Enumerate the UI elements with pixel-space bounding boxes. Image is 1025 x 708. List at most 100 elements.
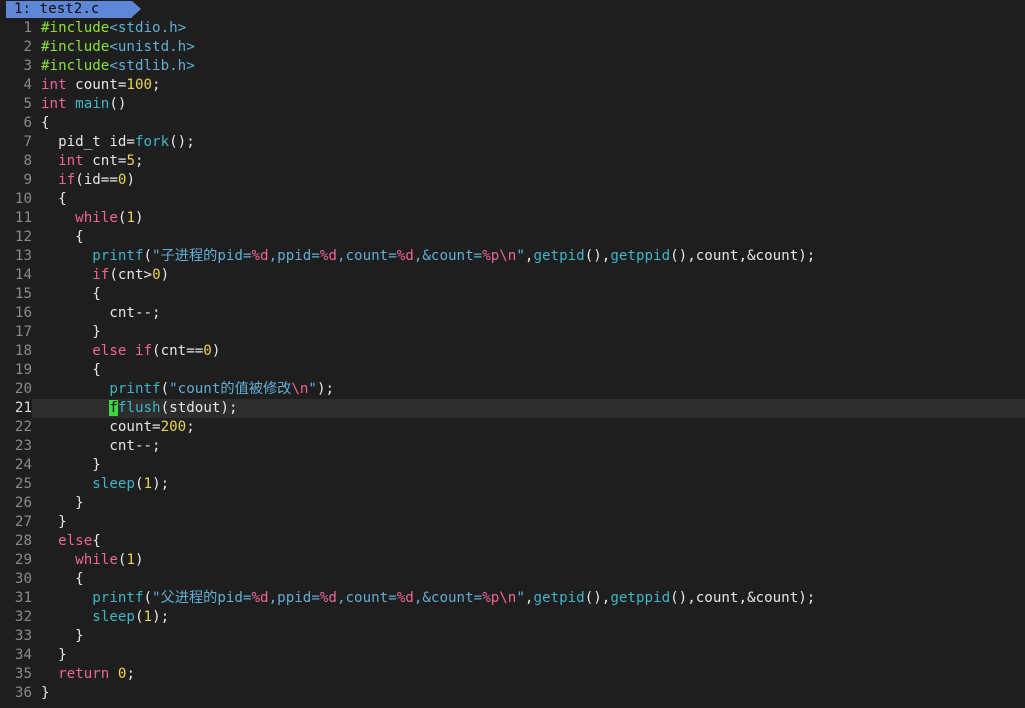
code-token: ( (134, 609, 144, 625)
line-number: 12 (14, 229, 32, 245)
line-number: 10 (14, 191, 32, 207)
code-line[interactable]: 10 { (0, 190, 1025, 209)
line-text: sleep(1); (41, 608, 169, 627)
code-token: } (41, 685, 50, 701)
line-text: printf("子进程的pid=%d,ppid=%d,count=%d,&cou… (41, 247, 815, 266)
code-line[interactable]: 34 } (0, 646, 1025, 665)
code-token: sleep (92, 476, 135, 492)
line-number: 16 (14, 305, 32, 321)
code-token: 1 (143, 476, 153, 492)
tab-arrow-icon (132, 1, 141, 17)
code-line[interactable]: 36} (0, 684, 1025, 703)
code-line[interactable]: 25 sleep(1); (0, 475, 1025, 494)
code-token: " (516, 590, 525, 606)
code-line[interactable]: 35 return 0; (0, 665, 1025, 684)
code-line[interactable]: 28 else{ (0, 532, 1025, 551)
code-line[interactable]: 5 int main() (0, 95, 1025, 114)
code-token: ,ppid= (268, 248, 320, 264)
code-token: ) (211, 343, 221, 359)
code-token: { (41, 115, 50, 131)
code-line[interactable]: 2 #include<unistd.h> (0, 38, 1025, 57)
line-text: pid_t id=fork(); (41, 133, 195, 152)
line-number: 18 (14, 343, 32, 359)
code-line[interactable]: 29 while(1) (0, 551, 1025, 570)
code-line[interactable]: 19 { (0, 361, 1025, 380)
line-number: 17 (14, 324, 32, 340)
code-token: ,&count= (413, 590, 483, 606)
code-token: while (75, 552, 118, 568)
line-text: #include<stdio.h> (41, 19, 186, 38)
code-line[interactable]: 33 } (0, 627, 1025, 646)
line-number: 22 (14, 419, 32, 435)
code-line[interactable]: 3 #include<stdlib.h> (0, 57, 1025, 76)
code-token: ,ppid= (268, 590, 320, 606)
line-number: 14 (14, 267, 32, 283)
line-number: 24 (14, 457, 32, 473)
line-text: { (41, 285, 101, 304)
code-line[interactable]: 20 printf("count的值被修改\n"); (0, 380, 1025, 399)
code-line[interactable]: 13 printf("子进程的pid=%d,ppid=%d,count=%d,&… (0, 247, 1025, 266)
code-line[interactable]: 7 pid_t id=fork(); (0, 133, 1025, 152)
code-line[interactable]: 6{ (0, 114, 1025, 133)
line-text: } (41, 513, 67, 532)
line-number: 27 (14, 514, 32, 530)
code-line[interactable]: 9 if(id==0) (0, 171, 1025, 190)
code-token: #include (41, 20, 110, 36)
code-token: 0 (203, 343, 212, 359)
code-line[interactable]: 27 } (0, 513, 1025, 532)
line-text: printf("父进程的pid=%d,ppid=%d,count=%d,&cou… (41, 589, 815, 608)
code-line[interactable]: 30 { (0, 570, 1025, 589)
line-number: 1 (23, 20, 32, 36)
code-token: ,count= (336, 590, 397, 606)
code-line[interactable]: 15 { (0, 285, 1025, 304)
code-line[interactable]: 11 while(1) (0, 209, 1025, 228)
code-line[interactable]: 16 cnt--; (0, 304, 1025, 323)
code-line[interactable]: 24 } (0, 456, 1025, 475)
code-token: ( (134, 476, 144, 492)
line-text: } (41, 456, 101, 475)
code-token: else (58, 533, 93, 549)
code-line[interactable]: 12 { (0, 228, 1025, 247)
code-line[interactable]: 21 fflush(stdout); (0, 399, 1025, 418)
line-number: 21 (0, 399, 32, 418)
code-token: (),count,&count); (670, 248, 816, 264)
code-line[interactable]: 31 printf("父进程的pid=%d,ppid=%d,count=%d,&… (0, 589, 1025, 608)
code-line[interactable]: 18 else if(cnt==0) (0, 342, 1025, 361)
code-token: ); (152, 476, 170, 492)
code-line[interactable]: 26 } (0, 494, 1025, 513)
line-text: { (41, 190, 67, 209)
code-line[interactable]: 32 sleep(1); (0, 608, 1025, 627)
code-token: } (41, 324, 101, 340)
line-number: 5 (23, 96, 32, 112)
code-line[interactable]: 23 cnt--; (0, 437, 1025, 456)
line-text: #include<stdlib.h> (41, 57, 195, 76)
code-line[interactable]: 1 #include<stdio.h> (0, 19, 1025, 38)
line-text: while(1) (41, 551, 143, 570)
line-number: 13 (14, 248, 32, 264)
code-token: %p\n (482, 590, 517, 606)
code-token: "父进程的pid= (152, 590, 252, 606)
code-line[interactable]: 14 if(cnt>0) (0, 266, 1025, 285)
code-token: ; (152, 77, 161, 93)
code-line[interactable]: 4 int count=100; (0, 76, 1025, 95)
tab-test2-c[interactable]: 1: test2.c (6, 1, 132, 18)
code-token: "count的值被修改 (169, 381, 292, 397)
code-token: 1 (126, 210, 135, 226)
line-text: } (41, 684, 50, 703)
code-token: ( (160, 381, 170, 397)
code-token: " (308, 381, 317, 397)
line-number: 4 (23, 77, 32, 93)
code-token: (),count,&count); (670, 590, 816, 606)
code-token: getpid (533, 248, 585, 264)
code-line[interactable]: 17 } (0, 323, 1025, 342)
code-token: { (41, 191, 67, 207)
code-editor[interactable]: 1: test2.c 1 #include<stdio.h> 2 #include<u… (0, 0, 1025, 708)
code-line[interactable]: 22 count=200; (0, 418, 1025, 437)
code-area[interactable]: 1 #include<stdio.h> 2 #include<unistd.h> 3 #i… (0, 19, 1025, 703)
code-line[interactable]: 8 int cnt=5; (0, 152, 1025, 171)
